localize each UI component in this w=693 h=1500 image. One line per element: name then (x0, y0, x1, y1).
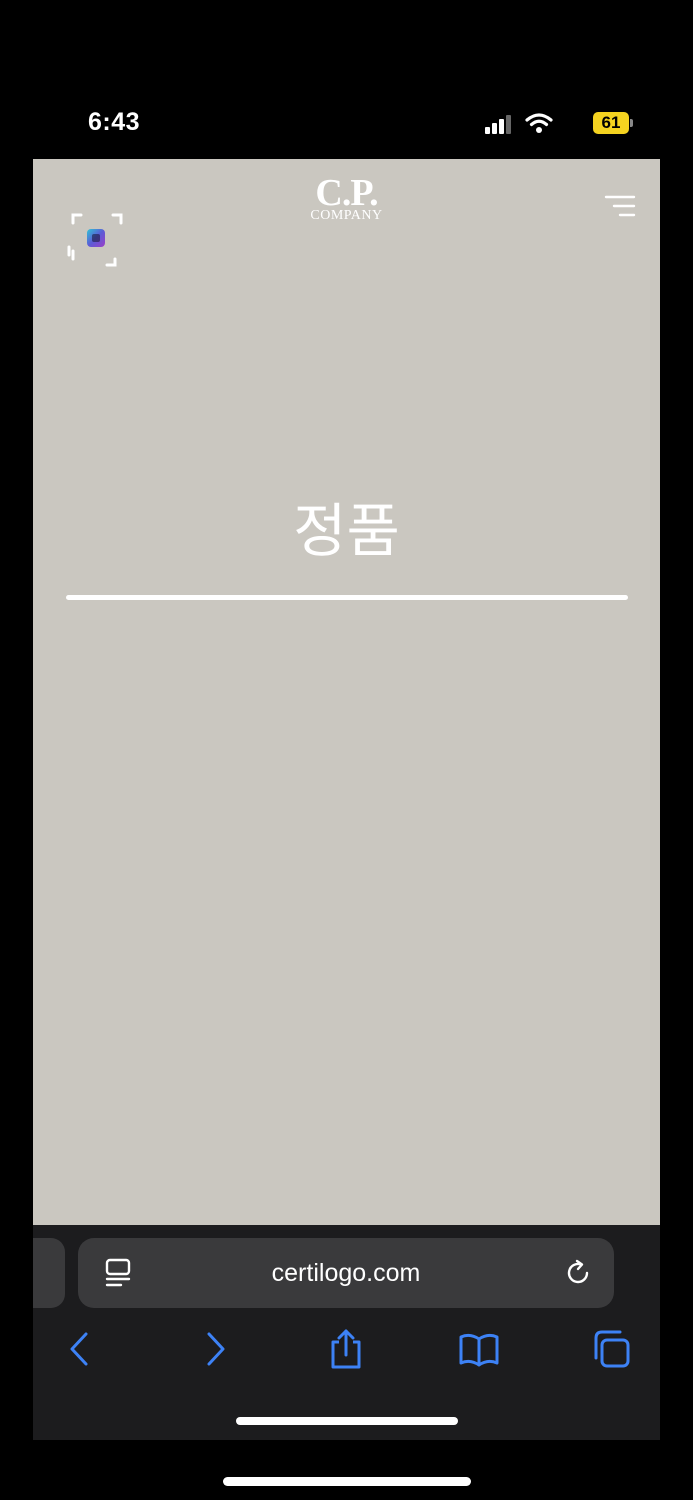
home-indicator[interactable] (223, 1477, 471, 1486)
status-indicators: 61 (433, 110, 633, 138)
address-bar[interactable]: certilogo.com (78, 1238, 614, 1308)
browser-home-indicator (236, 1417, 458, 1425)
cellular-signal-icon (485, 115, 511, 134)
forward-chevron-icon (207, 1332, 225, 1366)
authenticity-result: 정품 (293, 497, 400, 565)
forward-button[interactable] (194, 1328, 236, 1370)
status-time: 6:43 (88, 108, 141, 136)
battery-icon: 61 (593, 112, 633, 134)
url-text: certilogo.com (271, 1259, 421, 1287)
battery-level: 61 (593, 112, 629, 134)
web-content: C.P. COMPANY 정품 (33, 159, 660, 1225)
wifi-icon (525, 113, 553, 133)
phone-screen: 6:43 61 C.P. COMPANY 정품 certilogo.com (0, 0, 693, 1500)
bookmarks-button[interactable] (458, 1328, 500, 1370)
hamburger-menu-icon[interactable] (604, 195, 636, 217)
back-chevron-icon (70, 1332, 88, 1366)
previous-tab-preview[interactable] (33, 1238, 65, 1308)
back-button[interactable] (59, 1328, 101, 1370)
tabs-icon (594, 1330, 630, 1368)
bookmarks-book-icon (459, 1333, 499, 1367)
divider (66, 595, 628, 600)
reload-icon[interactable] (564, 1259, 592, 1287)
brand-logo-sub: COMPANY (310, 208, 383, 223)
brand-logo[interactable]: C.P. COMPANY (33, 172, 660, 223)
tabs-button[interactable] (590, 1328, 632, 1370)
share-icon (331, 1329, 361, 1369)
brand-logo-main: C.P. (315, 172, 378, 214)
share-button[interactable] (325, 1328, 367, 1370)
browser-toolbar: certilogo.com (33, 1225, 660, 1440)
